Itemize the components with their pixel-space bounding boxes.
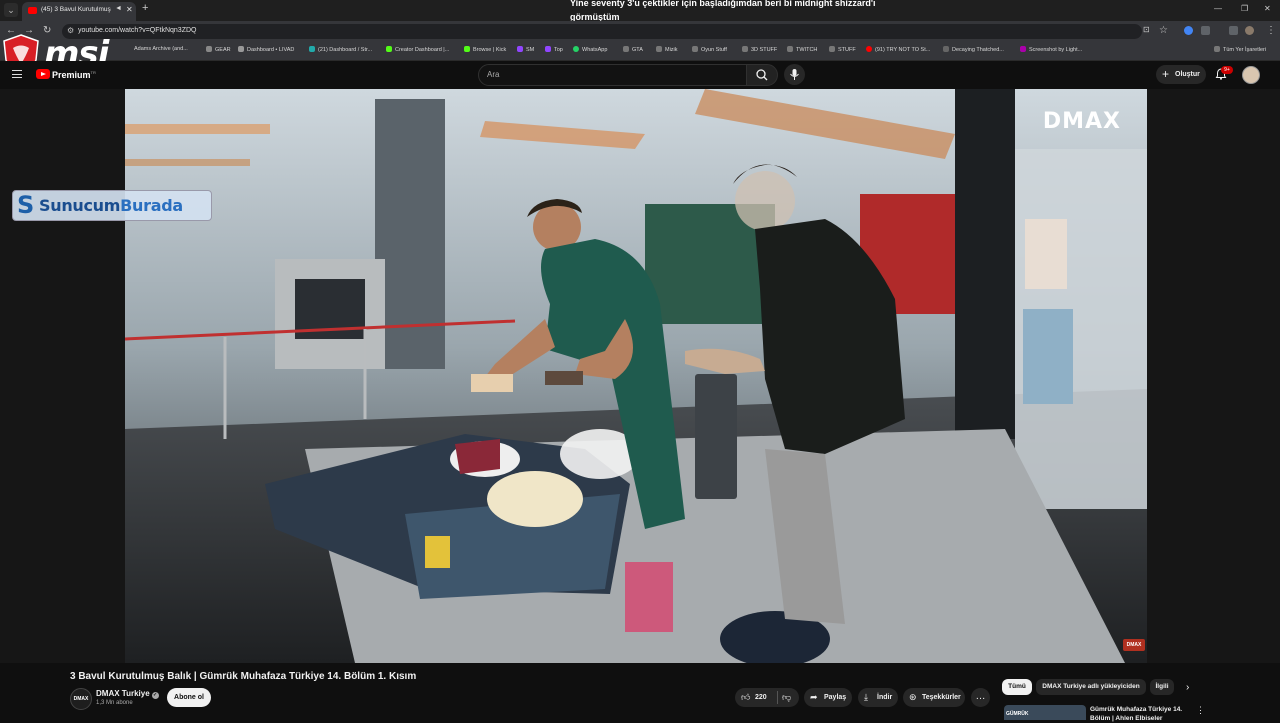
verified-check-icon: ✓ <box>151 692 159 699</box>
hamburger-menu-icon[interactable] <box>12 70 22 78</box>
tab-title: (45) 3 Bavul Kurutulmuş Bal... <box>41 6 113 13</box>
close-tab-icon[interactable]: ✕ <box>126 5 133 14</box>
plus-icon: + <box>1162 67 1170 81</box>
browser-tab[interactable]: (45) 3 Bavul Kurutulmuş Bal... ◄ ✕ <box>22 2 136 21</box>
sidebar-icon[interactable] <box>1229 26 1238 35</box>
search-button[interactable] <box>746 64 778 86</box>
bookmark-item[interactable]: (21) Dashboard / Str... <box>309 46 372 53</box>
subscribe-button[interactable]: Abone ol <box>167 688 211 707</box>
bookmark-item[interactable]: (91) TRY NOT TO St... <box>866 46 930 53</box>
bookmark-item[interactable]: Top <box>545 46 563 53</box>
voice-search-button[interactable] <box>784 64 805 85</box>
thanks-label: Teşekkürler <box>922 694 961 701</box>
create-button[interactable]: + Oluştur <box>1156 65 1206 84</box>
close-window-icon[interactable]: ✕ <box>1264 4 1271 13</box>
like-count[interactable]: 220 <box>755 688 767 707</box>
url-text: youtube.com/watch?v=QFtkNqn3ZDQ <box>78 27 197 34</box>
youtube-header: PremiumTR Ara + Oluştur 9+ <box>0 61 1280 89</box>
menu-kebab-icon[interactable]: ⋮ <box>1266 25 1276 36</box>
overlay-line-1: Yine seventy 3'u çektikler için başladığ… <box>570 0 876 8</box>
all-bookmarks[interactable]: Tüm Yer İşaretleri <box>1214 46 1266 53</box>
share-icon: ➦ <box>810 692 818 702</box>
account-avatar[interactable] <box>1242 66 1260 84</box>
bookmark-item[interactable]: GEAR <box>206 46 231 53</box>
download-icon: ⤓ <box>864 692 868 702</box>
channel-name: DMAX Turkiye <box>96 689 150 698</box>
sponsor-logo-icon: S <box>17 191 35 219</box>
extension-icon[interactable] <box>1184 26 1193 35</box>
bookmark-item[interactable]: 3D STUFF <box>742 46 777 53</box>
like-icon[interactable]: 👍︎ <box>741 688 750 707</box>
extensions-puzzle-icon[interactable] <box>1201 26 1210 35</box>
sponsor-overlay: S SunucumBurada <box>12 190 212 221</box>
bookmark-star-icon[interactable]: ☆ <box>1159 25 1168 36</box>
related-video-title[interactable]: Gümrük Muhafaza Türkiye 14. Bölüm | Ahle… <box>1090 705 1190 723</box>
new-tab-icon[interactable]: + <box>142 2 148 14</box>
bookmark-item[interactable]: Mizik <box>656 46 678 53</box>
bookmark-item[interactable]: STUFF <box>829 46 856 53</box>
region-code: TR <box>90 70 96 75</box>
bookmark-item[interactable]: GTA <box>623 46 643 53</box>
related-video-thumbnail[interactable]: GÜMRÜK <box>1004 705 1086 720</box>
notification-badge: 9+ <box>1221 66 1233 74</box>
thumbnail-text: GÜMRÜK <box>1006 711 1029 717</box>
search-input[interactable]: Ara <box>478 64 747 86</box>
related-more-icon[interactable]: ⋮ <box>1196 705 1205 716</box>
thanks-button[interactable]: ⊛ Teşekkürler <box>903 688 965 707</box>
dmax-corner-logo: DMAX <box>1123 639 1145 651</box>
dmax-watermark: DMAX <box>1042 109 1121 134</box>
address-bar: ← → ↻ ⚙ youtube.com/watch?v=QFtkNqn3ZDQ … <box>0 21 1280 42</box>
browser-tab-bar: ⌄ (45) 3 Bavul Kurutulmuş Bal... ◄ ✕ + Y… <box>0 0 1280 22</box>
maximize-icon[interactable]: ❐ <box>1241 4 1248 13</box>
chip-all[interactable]: Tümü <box>1002 679 1032 695</box>
share-button[interactable]: ➦ Paylaş <box>804 688 852 707</box>
like-dislike-group: 👍︎ 220 👎︎ <box>735 688 799 707</box>
bookmark-item[interactable]: WhatsApp <box>573 46 607 53</box>
profile-icon[interactable] <box>1245 26 1254 35</box>
share-label: Paylaş <box>824 694 847 701</box>
bookmark-item[interactable]: Adams Archive (and... <box>134 46 188 52</box>
video-letterbox-left <box>0 89 125 663</box>
minimize-icon[interactable]: — <box>1214 4 1222 13</box>
chip-related[interactable]: İlgili <box>1150 679 1174 695</box>
search-icon <box>756 69 768 81</box>
video-letterbox-right <box>1147 89 1280 663</box>
download-button[interactable]: ⤓ İndir <box>858 688 898 707</box>
chevron-right-icon[interactable]: › <box>1186 682 1189 693</box>
sponsor-suffix: Burada <box>120 196 183 215</box>
bookmark-item[interactable]: Browse | Kick <box>464 46 506 53</box>
dislike-icon[interactable]: 👎︎ <box>782 688 791 707</box>
more-actions-icon[interactable]: … <box>971 688 990 707</box>
speaker-icon[interactable]: ◄ <box>115 5 122 12</box>
bookmark-item[interactable]: Creator Dashboard |... <box>386 46 449 53</box>
bookmark-item[interactable]: Screenshot by Light... <box>1020 46 1082 53</box>
youtube-logo-icon[interactable] <box>36 69 50 79</box>
thanks-icon: ⊛ <box>909 692 917 702</box>
microphone-icon <box>790 69 799 80</box>
tab-search-icon[interactable]: ⌄ <box>4 3 18 17</box>
install-icon[interactable]: ⊡ <box>1143 25 1150 34</box>
youtube-favicon-icon <box>28 7 37 14</box>
video-title: 3 Bavul Kurutulmuş Balık | Gümrük Muhafa… <box>70 671 417 682</box>
bookmark-item[interactable]: Decaying Thatched... <box>943 46 1004 53</box>
bookmark-item[interactable]: Oyun Stuff <box>692 46 727 53</box>
premium-label[interactable]: PremiumTR <box>52 70 96 80</box>
video-frame-image <box>125 89 1147 663</box>
channel-avatar[interactable]: DMAX <box>70 688 92 710</box>
channel-name-row[interactable]: DMAX Turkiye ✓ <box>96 689 159 699</box>
bookmark-item[interactable]: SM <box>517 46 534 53</box>
omnibox[interactable]: ⚙ youtube.com/watch?v=QFtkNqn3ZDQ <box>62 24 1142 39</box>
bookmark-item[interactable]: TWITCH <box>787 46 817 53</box>
sponsor-prefix: Sunucum <box>39 196 121 215</box>
download-label: İndir <box>877 694 893 701</box>
subscriber-count: 1,3 Mn abone <box>96 700 133 706</box>
search-placeholder: Ara <box>487 70 500 79</box>
bookmarks-bar: Adams Archive (and... GEAR Dashboard • L… <box>0 42 1280 61</box>
video-player[interactable]: DMAX DMAX <box>125 89 1147 663</box>
chip-from-uploader[interactable]: DMAX Turkiye adlı yükleyiciden <box>1036 679 1146 695</box>
bookmark-item[interactable]: Dashboard • LIVAD <box>238 46 294 53</box>
divider <box>777 691 778 704</box>
create-label: Oluştur <box>1175 71 1200 78</box>
